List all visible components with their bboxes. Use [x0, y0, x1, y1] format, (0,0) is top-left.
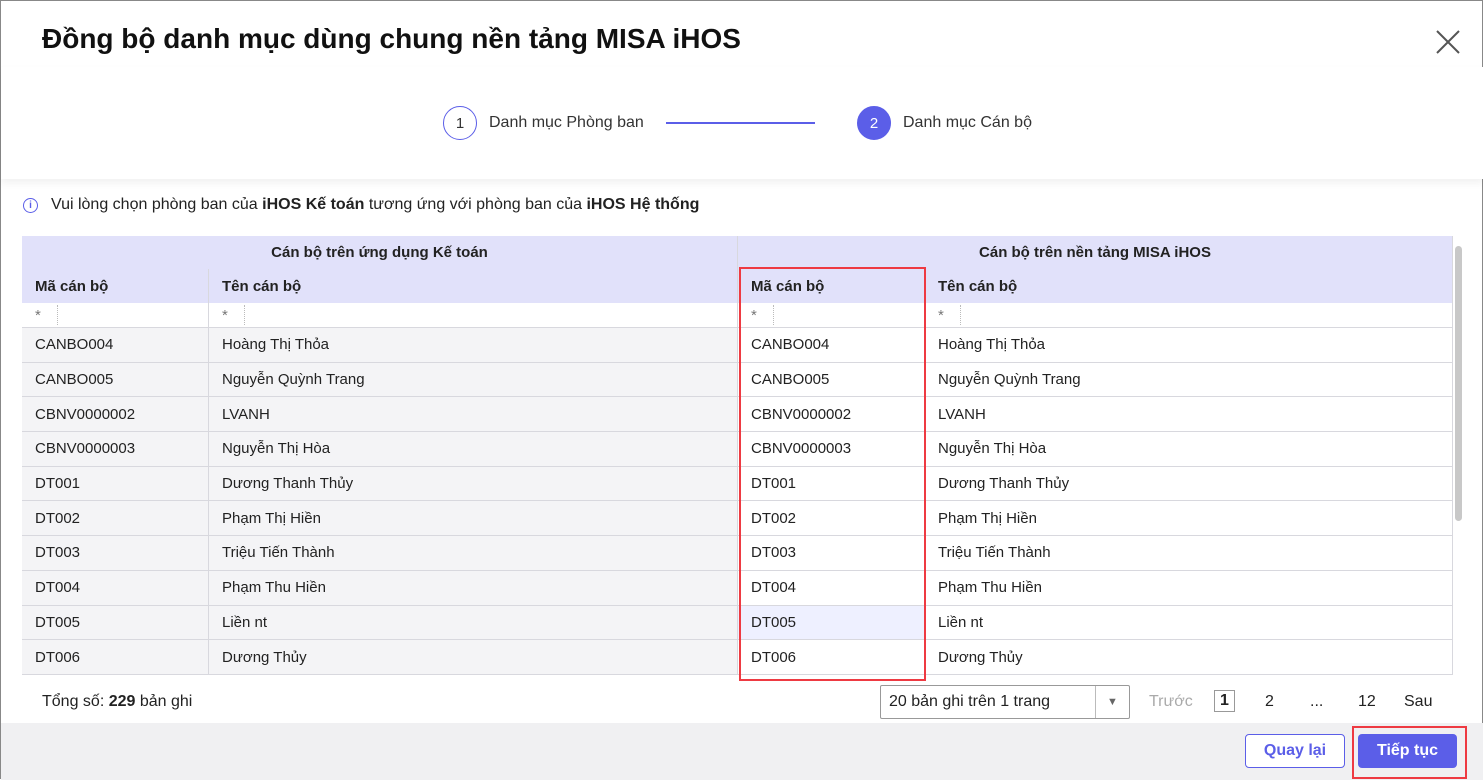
pagination: Tổng số: 229 bản ghi 20 bản ghi trên 1 t… [1, 684, 1451, 722]
right-name-cell[interactable]: LVANH [925, 397, 1453, 432]
table-row[interactable]: CBNV0000003 Nguyễn Thị Hòa CBNV0000003 Nguy… [22, 432, 1453, 467]
page-1[interactable]: 1 [1214, 690, 1235, 712]
left-name-cell: Nguyễn Thị Hòa [209, 432, 738, 466]
scrollbar-thumb[interactable] [1455, 246, 1462, 521]
left-name-cell: Phạm Thị Hiền [209, 501, 738, 536]
table-row[interactable]: DT003 Triệu Tiến Thành DT003 Triệu Tiến Thà… [22, 536, 1453, 571]
chevron-down-icon[interactable]: ▼ [1095, 686, 1129, 718]
right-code-cell[interactable]: CBNV0000002 [738, 397, 925, 432]
info-bold: iHOS Kế toán [262, 196, 365, 213]
info-text: tương ứng với phòng ban của [364, 196, 587, 213]
left-code-cell: DT005 [22, 605, 209, 640]
table-row[interactable]: DT001 Dương Thanh Thủy DT001 Dương Thanh Th… [22, 466, 1453, 502]
left-code-cell: DT002 [22, 501, 209, 536]
step-connector [666, 122, 815, 124]
table-row[interactable]: DT004 Phạm Thu Hiền DT004 Phạm Thu Hiền [22, 570, 1453, 606]
right-code-cell[interactable]: CANBO004 [738, 328, 925, 362]
step-number: 1 [443, 106, 477, 140]
left-name-cell: Liền nt [209, 605, 738, 640]
table-row[interactable]: CBNV0000002 LVANH CBNV0000002 LVANH [22, 397, 1453, 433]
right-name-cell[interactable]: Phạm Thu Hiền [925, 570, 1453, 605]
right-code-cell[interactable]: DT002 [738, 501, 925, 536]
right-name-cell[interactable]: Phạm Thị Hiền [925, 501, 1453, 536]
page-size-select[interactable]: 20 bản ghi trên 1 trang ▼ [880, 685, 1130, 719]
group-header-left: Cán bộ trên ứng dụng Kế toán [22, 236, 738, 269]
table-row[interactable]: DT006 Dương Thủy DT006 Dương Thủy [22, 640, 1453, 675]
left-code-cell: CBNV0000002 [22, 397, 209, 432]
right-name-cell[interactable]: Liền nt [925, 605, 1453, 640]
right-code-cell[interactable]: DT003 [738, 536, 925, 570]
right-name-cell[interactable]: Hoàng Thị Thỏa [925, 328, 1453, 362]
info-text: Vui lòng chọn phòng ban của [51, 196, 263, 213]
page-12[interactable]: 12 [1358, 693, 1376, 711]
step-1: 1 Danh mục Phòng ban [443, 106, 644, 140]
column-header[interactable]: Tên cán bộ [209, 269, 738, 303]
right-code-cell[interactable]: DT001 [738, 466, 925, 501]
mapping-table: Cán bộ trên ứng dụng Kế toán Cán bộ trên… [22, 236, 1453, 681]
step-number: 2 [857, 106, 891, 140]
table-row[interactable]: DT002 Phạm Thị Hiền DT002 Phạm Thị Hiền [22, 501, 1453, 537]
filter-input[interactable]: * [738, 303, 925, 327]
info-icon: i [23, 197, 38, 213]
table-row[interactable]: DT005 Liền nt DT005 Liền nt [22, 605, 1453, 641]
left-code-cell: CBNV0000003 [22, 432, 209, 466]
close-icon[interactable] [1435, 29, 1461, 55]
right-name-cell[interactable]: Dương Thủy [925, 640, 1453, 674]
column-header[interactable]: Mã cán bộ [22, 269, 209, 303]
page-ellipsis: ... [1310, 693, 1324, 710]
left-name-cell: Dương Thủy [209, 640, 738, 674]
filter-input[interactable]: * [209, 303, 738, 327]
left-name-cell: Nguyễn Quỳnh Trang [209, 362, 738, 397]
column-header[interactable]: Tên cán bộ [925, 269, 1453, 303]
left-name-cell: Phạm Thu Hiền [209, 570, 738, 605]
right-code-cell[interactable]: DT004 [738, 570, 925, 605]
group-header-right: Cán bộ trên nền tảng MISA iHOS [738, 236, 1453, 269]
left-code-cell: CANBO004 [22, 328, 209, 362]
page-2[interactable]: 2 [1265, 693, 1274, 711]
filter-input[interactable]: * [22, 303, 209, 327]
dialog-title: Đồng bộ danh mục dùng chung nền tảng MIS… [42, 23, 741, 54]
info-message: i Vui lòng chọn phòng ban của iHOS Kế to… [23, 196, 699, 214]
total-records: Tổng số: 229 bản ghi [42, 693, 193, 710]
prev-page[interactable]: Trước [1149, 693, 1193, 711]
next-page[interactable]: Sau [1404, 693, 1432, 711]
left-name-cell: Triệu Tiến Thành [209, 536, 738, 570]
left-code-cell: DT001 [22, 466, 209, 501]
left-code-cell: DT004 [22, 570, 209, 605]
right-name-cell[interactable]: Nguyễn Quỳnh Trang [925, 362, 1453, 397]
right-code-cell[interactable]: CANBO005 [738, 362, 925, 397]
right-code-cell[interactable]: CBNV0000003 [738, 432, 925, 466]
left-name-cell: LVANH [209, 397, 738, 432]
table-row[interactable]: CANBO005 Nguyễn Quỳnh Trang CANBO005 Nguyễn… [22, 362, 1453, 398]
right-name-cell[interactable]: Dương Thanh Thủy [925, 466, 1453, 501]
left-code-cell: DT003 [22, 536, 209, 570]
right-name-cell[interactable]: Triệu Tiến Thành [925, 536, 1453, 570]
left-code-cell: DT006 [22, 640, 209, 674]
right-code-cell[interactable]: DT005 [738, 605, 925, 640]
right-code-cell[interactable]: DT006 [738, 640, 925, 674]
left-name-cell: Dương Thanh Thủy [209, 466, 738, 501]
column-header[interactable]: Mã cán bộ [738, 269, 925, 303]
info-bold: iHOS Hệ thống [586, 196, 700, 213]
step-label: Danh mục Phòng ban [489, 114, 644, 131]
filter-input[interactable]: * [925, 303, 1453, 327]
left-code-cell: CANBO005 [22, 362, 209, 397]
page-size-value: 20 bản ghi trên 1 trang [889, 693, 1051, 710]
back-button[interactable]: Quay lại [1245, 734, 1345, 768]
left-name-cell: Hoàng Thị Thỏa [209, 328, 738, 362]
continue-button[interactable]: Tiếp tục [1358, 734, 1457, 768]
step-label: Danh mục Cán bộ [903, 114, 1032, 131]
right-name-cell[interactable]: Nguyễn Thị Hòa [925, 432, 1453, 466]
table-row[interactable]: CANBO004 Hoàng Thị Thỏa CANBO004 Hoàng Thị … [22, 328, 1453, 363]
step-2: 2 Danh mục Cán bộ [857, 106, 1032, 140]
